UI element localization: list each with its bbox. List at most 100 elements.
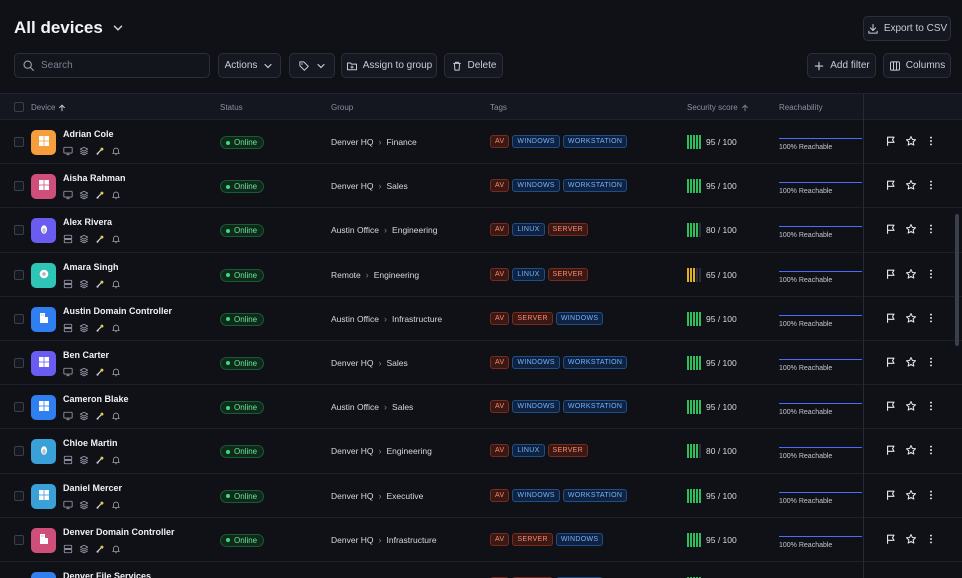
star-icon[interactable] — [905, 444, 917, 459]
star-icon[interactable] — [905, 268, 917, 283]
row-checkbox[interactable] — [14, 357, 24, 368]
export-csv-button[interactable]: Export to CSV — [863, 16, 951, 41]
flag-icon[interactable] — [885, 223, 897, 238]
star-icon[interactable] — [905, 312, 917, 327]
tags-dropdown[interactable] — [289, 53, 335, 78]
star-icon[interactable] — [905, 179, 917, 194]
row-checkbox[interactable] — [14, 402, 24, 413]
score-text: 95 / 100 — [706, 181, 737, 192]
more-options-icon[interactable] — [925, 400, 937, 415]
actions-dropdown[interactable]: Actions — [218, 53, 281, 78]
device-name[interactable]: Adrian Cole — [63, 129, 114, 139]
chevron-right-icon: › — [378, 137, 382, 147]
column-header-group[interactable]: Group — [331, 103, 353, 112]
row-checkbox[interactable] — [14, 490, 24, 501]
tag-badge: SERVER — [512, 532, 553, 546]
columns-button[interactable]: Columns — [883, 53, 951, 78]
device-name[interactable]: Daniel Mercer — [63, 483, 122, 493]
row-checkbox[interactable] — [14, 446, 24, 457]
more-options-icon[interactable] — [925, 312, 937, 327]
device-name[interactable]: Austin Domain Controller — [63, 306, 172, 316]
more-options-icon[interactable] — [925, 268, 937, 283]
search-box[interactable] — [14, 53, 210, 78]
flag-icon[interactable] — [885, 444, 897, 459]
security-score: 95 / 100 — [687, 532, 737, 547]
chevron-down-icon — [264, 63, 272, 68]
more-options-icon[interactable] — [925, 223, 937, 238]
delete-button[interactable]: Delete — [444, 53, 503, 78]
reachability-label: 100% Reachable — [779, 320, 833, 328]
table-row[interactable]: Denver Domain Controller Online Denver H… — [0, 518, 962, 562]
row-checkbox[interactable] — [14, 313, 24, 324]
device-name[interactable]: Ben Carter — [63, 350, 109, 360]
table-row[interactable]: Alex Rivera Online Austin Office › Engin… — [0, 208, 962, 253]
more-options-icon[interactable] — [925, 533, 937, 548]
device-name[interactable]: Amara Singh — [63, 262, 119, 272]
windows-os-icon — [38, 179, 50, 194]
row-checkbox[interactable] — [14, 534, 24, 545]
column-header-tags[interactable]: Tags — [490, 103, 507, 112]
column-header-reachability[interactable]: Reachability — [779, 103, 823, 112]
device-capability-icons — [63, 410, 121, 421]
table-row[interactable]: Daniel Mercer Online Denver HQ › Executi… — [0, 474, 962, 518]
status-label: Online — [234, 270, 258, 280]
flag-icon[interactable] — [885, 400, 897, 415]
table-row[interactable]: Adrian Cole Online Denver HQ › Finance A… — [0, 120, 962, 165]
device-name[interactable]: Aisha Rahman — [63, 173, 126, 183]
group-location: Denver HQ — [331, 446, 374, 457]
reachability-label: 100% Reachable — [779, 276, 833, 284]
flag-icon[interactable] — [885, 489, 897, 504]
flag-icon[interactable] — [885, 179, 897, 194]
star-icon[interactable] — [905, 223, 917, 238]
star-icon[interactable] — [905, 533, 917, 548]
flag-icon[interactable] — [885, 268, 897, 283]
table-row[interactable]: Austin Domain Controller Online Austin O… — [0, 297, 962, 341]
assign-to-group-button[interactable]: Assign to group — [341, 53, 437, 78]
row-checkbox[interactable] — [14, 225, 24, 236]
star-icon[interactable] — [905, 489, 917, 504]
star-icon[interactable] — [905, 400, 917, 415]
tag-list: AV LINUX SERVER — [490, 223, 589, 237]
flag-icon[interactable] — [885, 533, 897, 548]
security-score: 95 / 100 — [687, 311, 737, 326]
device-name[interactable]: Alex Rivera — [63, 217, 112, 227]
table-row[interactable]: Amara Singh Online Remote › Engineering … — [0, 253, 962, 297]
device-name[interactable]: Denver Domain Controller — [63, 527, 175, 537]
row-checkbox[interactable] — [14, 269, 24, 280]
group-location: Denver HQ — [331, 490, 374, 501]
layers-icon — [79, 499, 89, 509]
star-icon[interactable] — [905, 135, 917, 150]
page-title[interactable]: All devices — [14, 18, 125, 38]
device-avatar — [31, 439, 56, 465]
table-row[interactable]: Cameron Blake Online Austin Office › Sal… — [0, 385, 962, 430]
select-all-checkbox[interactable] — [14, 102, 24, 112]
table-row[interactable]: Denver File Services Online Denver HQ › … — [0, 562, 962, 578]
table-row[interactable]: Chloe Martin Online Denver HQ › Engineer… — [0, 429, 962, 474]
row-checkbox[interactable] — [14, 137, 24, 147]
device-name[interactable]: Denver File Services — [63, 571, 151, 578]
column-header-security-score[interactable]: Security score — [687, 103, 749, 112]
tag-badge: WINDOWS — [512, 179, 560, 193]
more-options-icon[interactable] — [925, 179, 937, 194]
row-checkbox[interactable] — [14, 181, 24, 192]
more-options-icon[interactable] — [925, 356, 937, 371]
column-header-status[interactable]: Status — [220, 103, 243, 112]
column-header-device[interactable]: Device — [31, 103, 66, 112]
add-filter-button[interactable]: Add filter — [807, 53, 876, 78]
device-name[interactable]: Cameron Blake — [63, 394, 129, 404]
table-row[interactable]: Ben Carter Online Denver HQ › Sales AV WI… — [0, 341, 962, 386]
row-actions — [885, 356, 937, 371]
flag-icon[interactable] — [885, 312, 897, 327]
flag-icon[interactable] — [885, 356, 897, 371]
search-input[interactable] — [41, 60, 201, 71]
more-options-icon[interactable] — [925, 489, 937, 504]
star-icon[interactable] — [905, 356, 917, 371]
more-options-icon[interactable] — [925, 444, 937, 459]
device-name[interactable]: Chloe Martin — [63, 438, 118, 448]
row-actions — [885, 400, 937, 415]
table-row[interactable]: Aisha Rahman Online Denver HQ › Sales AV… — [0, 164, 962, 209]
vertical-scrollbar[interactable] — [955, 214, 959, 346]
more-options-icon[interactable] — [925, 135, 937, 150]
flag-icon[interactable] — [885, 135, 897, 150]
server-os-icon — [38, 533, 50, 548]
